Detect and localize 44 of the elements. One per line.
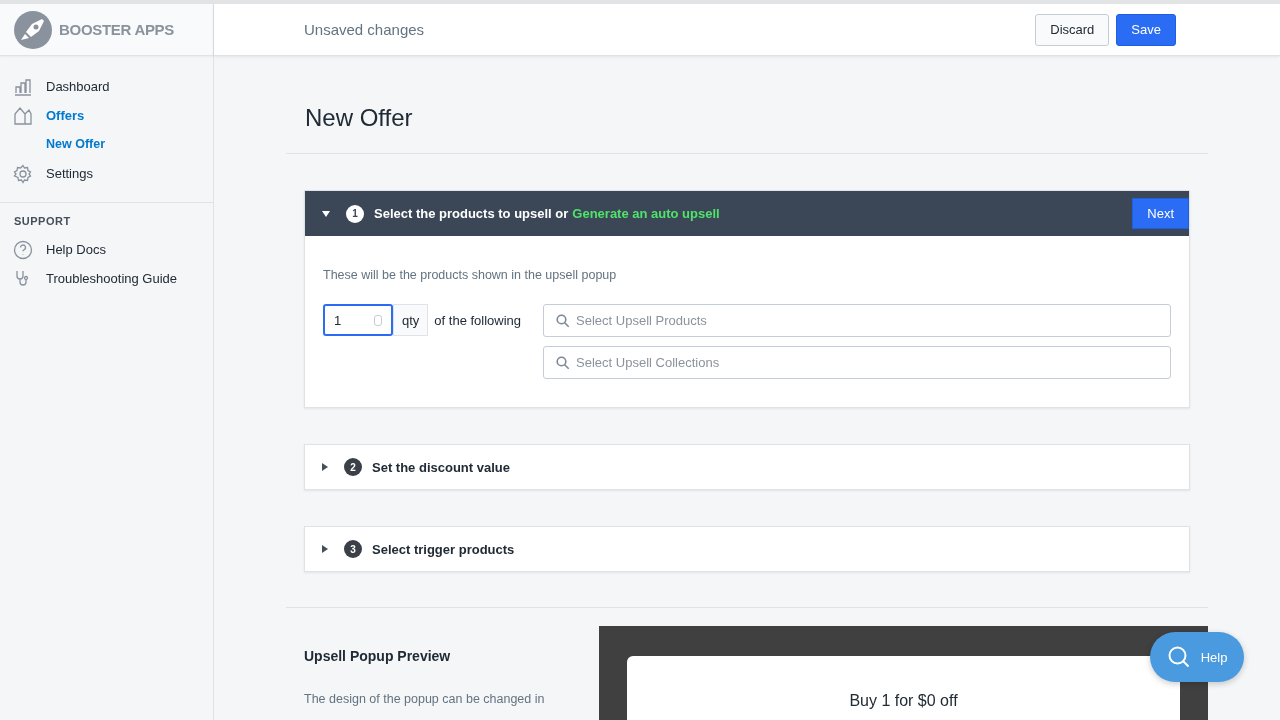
step-header[interactable]: 2 Set the discount value <box>305 445 1189 489</box>
search-icon <box>556 356 571 370</box>
step-number: 1 <box>346 204 364 223</box>
popup-offer-text: Buy 1 for $0 off <box>849 692 958 711</box>
step-title: Set the discount value <box>372 459 510 475</box>
step-title: Select trigger products <box>372 541 515 557</box>
sidebar-item[interactable]: Troubleshooting Guide <box>0 264 213 293</box>
spinner-icon <box>374 314 382 326</box>
qty-label: qty <box>393 304 429 336</box>
generate-link[interactable]: Generate an auto upsell <box>572 206 720 221</box>
of-the-following-label: of the following <box>434 312 522 328</box>
sidebar-item[interactable]: Offers <box>0 101 213 130</box>
tag-icon <box>13 105 33 126</box>
brand-name: BOOSTER APPS <box>59 21 175 38</box>
discard-button[interactable]: Discard <box>1035 13 1110 46</box>
step-number: 3 <box>344 540 362 558</box>
sidebar-item[interactable]: Dashboard <box>0 72 213 101</box>
search-icon <box>556 314 571 328</box>
step-number: 2 <box>344 458 362 476</box>
caret-icon <box>322 545 328 553</box>
next-button[interactable]: Next <box>1132 198 1189 229</box>
step-header[interactable]: 1 Select the products to upsell or Generate an auto upsell Next <box>305 191 1189 236</box>
search-field[interactable]: Select Upsell Collections <box>543 346 1171 379</box>
search-field[interactable]: Select Upsell Products <box>543 304 1171 337</box>
sidebar-item[interactable]: Settings <box>0 159 213 188</box>
step-header[interactable]: 3 Select trigger products <box>305 527 1189 571</box>
step-title: Select the products to upsell or <box>374 206 569 221</box>
settings-icon <box>13 163 33 184</box>
save-button[interactable]: Save <box>1116 13 1176 46</box>
page-title: New Offer <box>304 103 414 133</box>
bar-chart-icon <box>13 76 33 97</box>
preview-title: Upsell Popup Preview <box>304 648 452 664</box>
caret-icon <box>322 463 328 471</box>
quantity-field[interactable]: 1 <box>323 304 393 336</box>
preview-description: The design of the popup can be changed in <box>304 692 546 706</box>
rocket-logo-icon <box>13 9 53 50</box>
sidebar-subitem[interactable]: New Offer <box>0 130 213 159</box>
sidebar-item[interactable]: Help Docs <box>0 235 213 264</box>
search-icon <box>1166 645 1191 669</box>
caret-icon <box>322 210 330 217</box>
step-description: These will be the products shown in the upsell popup <box>323 268 618 282</box>
unsaved-changes-title: Unsaved changes <box>304 21 425 38</box>
section-heading: SUPPORT <box>13 214 72 229</box>
help-icon <box>13 239 33 260</box>
